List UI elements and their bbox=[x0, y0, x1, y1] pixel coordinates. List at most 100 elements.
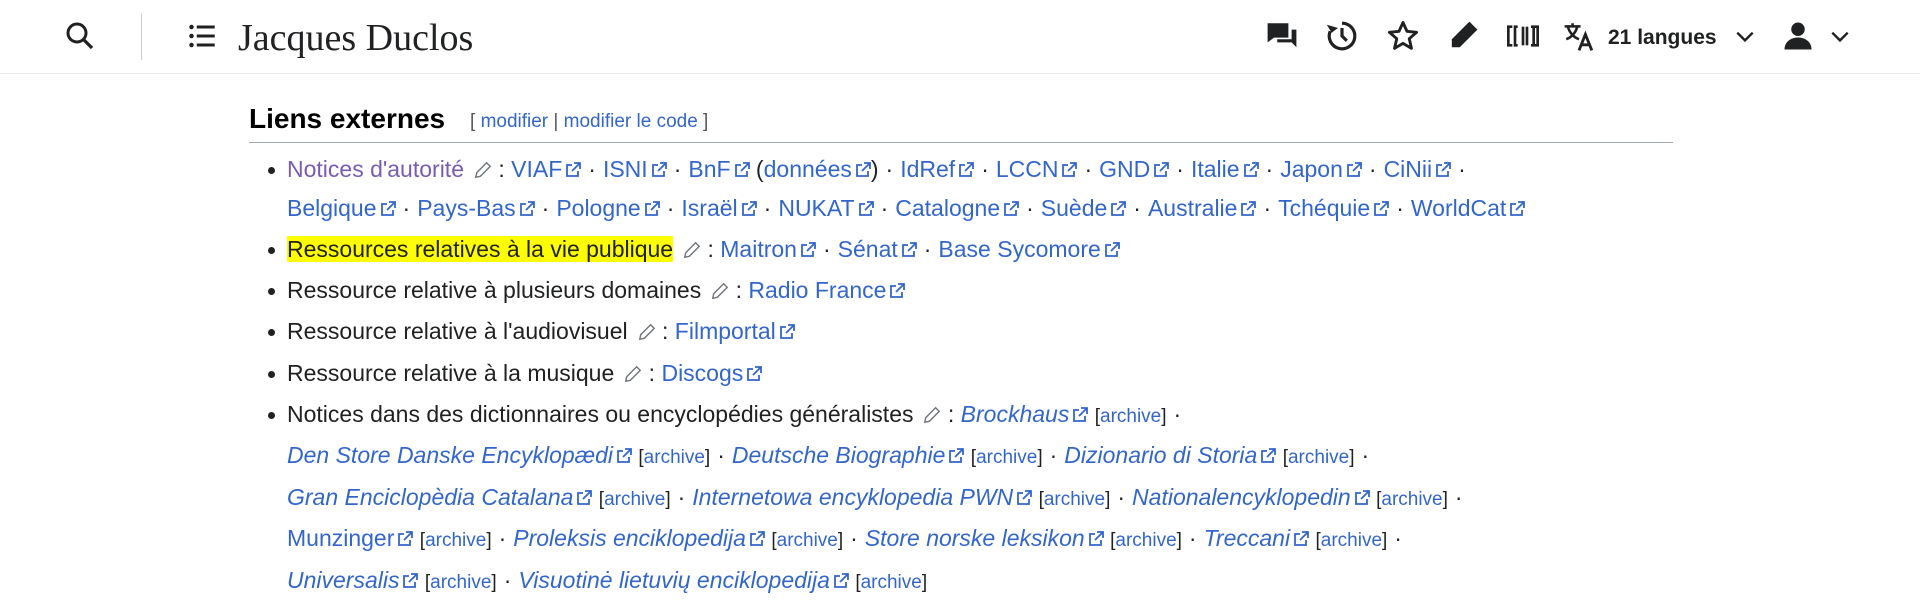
history-icon[interactable] bbox=[1322, 16, 1362, 56]
external-link[interactable]: Israël bbox=[681, 195, 737, 221]
archive-link[interactable]: archive bbox=[1115, 530, 1176, 551]
external-link[interactable]: Maitron bbox=[720, 236, 797, 262]
external-link[interactable]: Internetowa encyklopedia PWN bbox=[692, 484, 1013, 510]
pencil-icon[interactable] bbox=[711, 273, 729, 300]
chevron-down-icon[interactable] bbox=[1820, 16, 1860, 56]
external-link-icon bbox=[889, 272, 906, 298]
archive-link[interactable]: archive bbox=[976, 447, 1037, 468]
external-link[interactable]: Store norske leksikon bbox=[865, 525, 1085, 551]
external-link-icon bbox=[746, 355, 763, 381]
user-icon[interactable] bbox=[1778, 16, 1818, 56]
pencil-icon[interactable] bbox=[474, 152, 492, 179]
external-link[interactable]: BnF bbox=[688, 156, 730, 182]
external-link[interactable]: Discogs bbox=[661, 360, 743, 386]
external-link[interactable]: Belgique bbox=[287, 195, 377, 221]
external-link[interactable]: Australie bbox=[1148, 195, 1237, 221]
external-link[interactable]: NUKAT bbox=[778, 195, 854, 221]
pencil-icon[interactable] bbox=[638, 314, 656, 341]
talk-icon[interactable] bbox=[1262, 16, 1302, 56]
external-link-icon bbox=[1104, 231, 1120, 257]
edit-pencil-icon[interactable] bbox=[1443, 16, 1483, 56]
external-link[interactable]: Pays-Bas bbox=[417, 195, 515, 221]
external-link[interactable]: WorldCat bbox=[1411, 195, 1506, 221]
external-link[interactable]: Treccani bbox=[1204, 525, 1291, 551]
external-link-icon bbox=[901, 231, 917, 257]
external-link[interactable]: Filmportal bbox=[675, 318, 776, 344]
audiovisual-label: Ressource relative à l'audiovisuel bbox=[287, 318, 628, 345]
external-link-icon bbox=[1346, 151, 1362, 177]
external-link[interactable]: LCCN bbox=[996, 156, 1059, 182]
chevron-down-icon[interactable] bbox=[1725, 16, 1765, 56]
edit-section-link[interactable]: modifier bbox=[481, 111, 549, 132]
external-link-icon bbox=[833, 562, 849, 588]
external-link-icon bbox=[397, 520, 414, 547]
languages-button[interactable]: 21 langues bbox=[1608, 24, 1717, 52]
external-link[interactable]: Den Store Danske Encyklopædi bbox=[287, 442, 613, 468]
archive-link[interactable]: archive bbox=[777, 530, 838, 551]
list-item-public-life: Ressources relatives à la vie publique :… bbox=[249, 230, 1673, 269]
external-link-icon bbox=[734, 151, 750, 177]
public-life-label: Ressources relatives à la vie publique bbox=[287, 235, 674, 262]
external-link[interactable]: Brockhaus bbox=[961, 401, 1070, 427]
external-link[interactable]: ISNI bbox=[603, 156, 648, 182]
external-link[interactable]: Sénat bbox=[838, 236, 898, 262]
watch-star-icon[interactable] bbox=[1383, 16, 1423, 56]
pencil-icon[interactable] bbox=[683, 232, 701, 258]
archive-link[interactable]: archive bbox=[1100, 406, 1161, 427]
archive-link[interactable]: archive bbox=[1044, 489, 1105, 510]
external-link-icon bbox=[644, 190, 660, 216]
external-link-icon bbox=[1016, 479, 1033, 505]
pencil-icon[interactable] bbox=[923, 397, 941, 424]
wikidata-icon[interactable] bbox=[1503, 16, 1543, 56]
archive-link[interactable]: archive bbox=[861, 572, 922, 593]
external-link-icon bbox=[858, 190, 874, 216]
external-link[interactable]: CiNii bbox=[1384, 156, 1433, 182]
external-link[interactable]: Deutsche Biographie bbox=[732, 442, 946, 468]
edit-source-link[interactable]: modifier le code bbox=[564, 111, 698, 132]
external-link[interactable]: Proleksis enciklopedija bbox=[513, 525, 746, 551]
external-link[interactable]: VIAF bbox=[511, 156, 562, 182]
external-link[interactable]: Base Sycomore bbox=[938, 236, 1100, 262]
external-link-icon bbox=[1240, 190, 1257, 216]
external-link[interactable]: IdRef bbox=[900, 156, 955, 182]
list-item-audiovisual: Ressource relative à l'audiovisuel : Fil… bbox=[249, 312, 1673, 351]
external-link-icon bbox=[1354, 479, 1370, 505]
archive-link[interactable]: archive bbox=[644, 447, 705, 468]
external-link[interactable]: Tchéquie bbox=[1278, 195, 1370, 221]
external-link-icon bbox=[402, 562, 419, 588]
search-icon[interactable] bbox=[60, 16, 100, 56]
authority-label-link[interactable]: Notices d'autorité bbox=[287, 156, 464, 182]
external-link[interactable]: Munzinger bbox=[287, 525, 394, 551]
external-link[interactable]: Dizionario di Storia bbox=[1064, 442, 1257, 468]
archive-link[interactable]: archive bbox=[1288, 447, 1349, 468]
external-link[interactable]: Visuotinė lietuvių enciklopedija bbox=[518, 567, 830, 593]
external-link[interactable]: Universalis bbox=[287, 567, 399, 593]
external-link-icon bbox=[1373, 190, 1390, 216]
toc-icon[interactable] bbox=[182, 16, 222, 56]
external-link-icon bbox=[519, 190, 535, 216]
pencil-icon[interactable] bbox=[624, 356, 642, 382]
archive-link[interactable]: archive bbox=[1321, 530, 1382, 551]
external-link[interactable]: Catalogne bbox=[895, 195, 1000, 221]
external-link[interactable]: Pologne bbox=[556, 195, 640, 221]
language-icon[interactable] bbox=[1559, 16, 1599, 56]
archive-link[interactable]: archive bbox=[1381, 489, 1442, 510]
archive-link[interactable]: archive bbox=[604, 489, 665, 510]
external-link[interactable]: Nationalencyklopedin bbox=[1132, 484, 1351, 510]
external-link[interactable]: Suède bbox=[1041, 195, 1108, 221]
archive-link[interactable]: archive bbox=[430, 572, 491, 593]
external-link[interactable]: Gran Enciclopèdia Catalana bbox=[287, 484, 573, 510]
external-link[interactable]: Japon bbox=[1280, 156, 1343, 182]
page-title: Jacques Duclos bbox=[238, 17, 474, 59]
external-link-icon bbox=[1072, 396, 1089, 422]
external-link[interactable]: Italie bbox=[1191, 156, 1240, 182]
external-link[interactable]: Radio France bbox=[748, 277, 886, 303]
external-link-icon bbox=[1243, 151, 1259, 177]
header-divider bbox=[141, 13, 142, 60]
page-header: Jacques Duclos 21 langues bbox=[0, 0, 1920, 74]
external-link[interactable]: GND bbox=[1099, 156, 1150, 182]
external-link[interactable]: données bbox=[764, 156, 852, 182]
external-link-icon bbox=[800, 231, 816, 257]
archive-link[interactable]: archive bbox=[425, 530, 486, 551]
external-link-icon bbox=[749, 520, 765, 547]
